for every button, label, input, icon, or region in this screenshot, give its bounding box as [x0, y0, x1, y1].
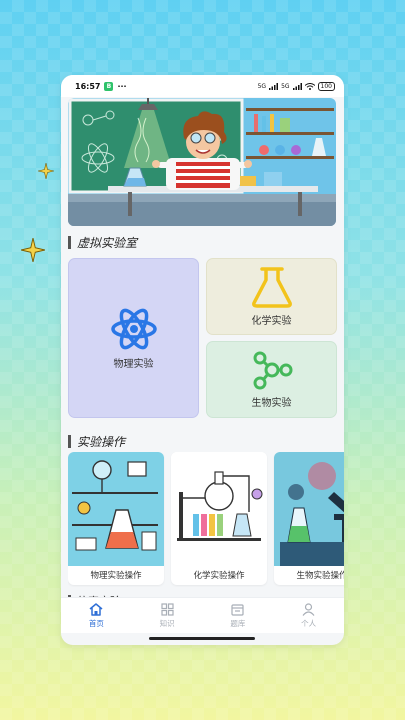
section-marker — [68, 435, 71, 448]
biology-operation-image — [274, 452, 344, 566]
bottom-tab-bar: 首页 知识 题库 个人 — [61, 597, 344, 633]
chemistry-operation-image — [171, 452, 267, 566]
user-icon — [302, 602, 315, 616]
atom-icon — [110, 308, 157, 349]
section-title: 虚拟实验室 — [77, 236, 138, 250]
grid-icon — [161, 602, 174, 616]
status-more: ··· — [117, 81, 127, 91]
biology-operation-card[interactable]: 生物实验操作 — [274, 452, 344, 585]
section-title: 实验操作 — [77, 435, 126, 449]
phone-screen: 16:57 B ··· 5G 5G 100 虚拟实验室 物理实验 化学实验 生物… — [61, 75, 344, 645]
app-notification-icon: B — [104, 81, 114, 91]
chemistry-lab-label: 化学实验 — [251, 316, 292, 327]
sparkle-icon — [21, 238, 45, 262]
chemistry-lab-card[interactable]: 化学实验 — [206, 258, 337, 335]
biology-lab-card[interactable]: 生物实验 — [206, 341, 337, 418]
molecule-icon — [253, 351, 292, 390]
physics-lab-card[interactable]: 物理实验 — [68, 258, 199, 418]
signal-label: 5G — [257, 82, 267, 90]
status-time: 16:57 — [75, 81, 101, 91]
sparkle-icon — [38, 163, 54, 179]
status-bar: 16:57 B ··· 5G 5G 100 — [61, 75, 344, 97]
section-marker — [68, 236, 71, 249]
signal-icon — [269, 82, 279, 90]
tab-label: 知识 — [159, 618, 175, 628]
tab-question-bank[interactable]: 题库 — [203, 598, 274, 633]
physics-operation-card[interactable]: 物理实验操作 — [68, 452, 164, 585]
home-indicator[interactable] — [149, 637, 255, 640]
flask-icon — [251, 267, 292, 308]
operations-carousel[interactable]: 物理实验操作 化学实验操作 生物实验操作 — [68, 452, 344, 587]
section-operations: 实验操作 — [68, 433, 125, 450]
home-icon — [89, 602, 103, 616]
operation-label: 物理实验操作 — [90, 571, 142, 581]
library-icon — [231, 603, 244, 616]
section-virtual-lab: 虚拟实验室 — [68, 234, 137, 251]
banner-image[interactable] — [68, 98, 336, 226]
tab-label: 首页 — [88, 618, 104, 628]
signal-label: 5G — [281, 82, 290, 90]
tab-profile[interactable]: 个人 — [273, 598, 344, 633]
operation-label: 化学实验操作 — [193, 571, 245, 581]
signal-icon — [292, 82, 302, 90]
tab-label: 题库 — [230, 618, 246, 628]
chemistry-operation-card[interactable]: 化学实验操作 — [171, 452, 267, 585]
operation-label: 生物实验操作 — [296, 571, 344, 581]
tab-home[interactable]: 首页 — [61, 598, 132, 633]
physics-lab-label: 物理实验 — [113, 358, 154, 370]
tab-knowledge[interactable]: 知识 — [132, 598, 203, 633]
tab-label: 个人 — [301, 618, 317, 628]
wifi-icon — [304, 82, 315, 90]
physics-operation-image — [68, 452, 164, 566]
battery-indicator: 100 — [317, 81, 335, 91]
biology-lab-label: 生物实验 — [251, 398, 292, 409]
